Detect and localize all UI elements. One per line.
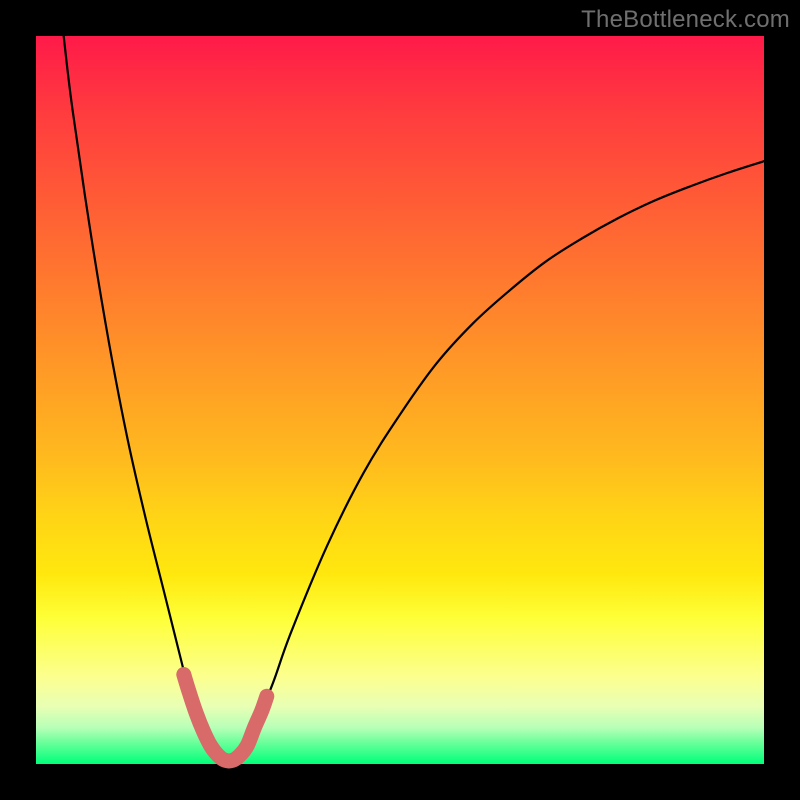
- curve-layer: [36, 36, 764, 764]
- highlight-segment: [184, 674, 267, 761]
- plot-area: [36, 36, 764, 764]
- chart-frame: TheBottleneck.com: [0, 0, 800, 800]
- bottleneck-curve: [64, 36, 764, 761]
- watermark-text: TheBottleneck.com: [581, 6, 790, 34]
